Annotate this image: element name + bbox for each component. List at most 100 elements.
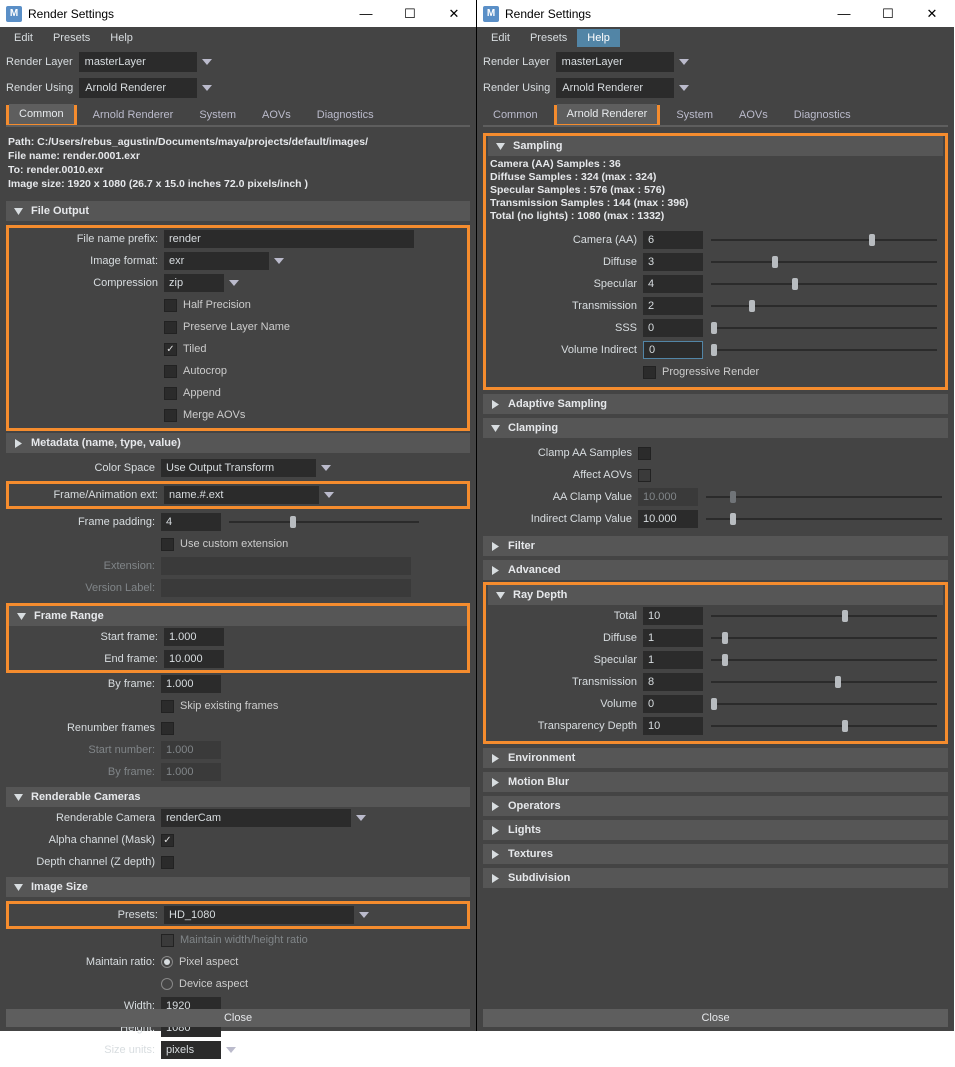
sss-samples-input[interactable]: 0 [643,319,703,337]
rd-total-slider[interactable] [711,609,937,623]
render-using-dropdown[interactable]: Arnold Renderer [556,78,674,98]
chevron-down-icon[interactable] [223,1040,239,1060]
tab-arnold-renderer[interactable]: Arnold Renderer [83,105,184,125]
section-image-size[interactable]: Image Size [6,877,470,897]
close-window-button[interactable]: ✕ [910,1,954,27]
chevron-down-icon[interactable] [321,485,337,505]
rd-volume-slider[interactable] [711,697,937,711]
tab-common[interactable]: Common [9,104,74,124]
frame-padding-input[interactable]: 4 [161,513,221,531]
menu-edit[interactable]: Edit [481,29,520,47]
transmission-samples-slider[interactable] [711,299,937,313]
render-layer-dropdown[interactable]: masterLayer [556,52,674,72]
section-metadata[interactable]: Metadata (name, type, value) [6,433,470,453]
menu-edit[interactable]: Edit [4,29,43,47]
image-size-presets-dropdown[interactable]: HD_1080 [164,906,354,924]
camera-aa-input[interactable]: 6 [643,231,703,249]
frame-padding-slider[interactable] [229,515,419,529]
camera-aa-slider[interactable] [711,233,937,247]
chevron-down-icon[interactable] [226,273,242,293]
sss-samples-slider[interactable] [711,321,937,335]
chevron-down-icon[interactable] [199,78,215,98]
append-checkbox[interactable] [164,387,177,400]
chevron-down-icon[interactable] [676,78,692,98]
end-frame-input[interactable]: 10.000 [164,650,224,668]
tab-arnold-renderer[interactable]: Arnold Renderer [557,104,658,124]
specular-samples-input[interactable]: 4 [643,275,703,293]
device-aspect-radio[interactable] [161,978,173,990]
merge-aovs-checkbox[interactable] [164,409,177,422]
section-environment[interactable]: Environment [483,748,948,768]
rd-volume-input[interactable]: 0 [643,695,703,713]
tab-diagnostics[interactable]: Diagnostics [784,105,861,125]
half-precision-checkbox[interactable] [164,299,177,312]
diffuse-samples-slider[interactable] [711,255,937,269]
chevron-down-icon[interactable] [353,808,369,828]
indirect-clamp-value-input[interactable]: 10.000 [638,510,698,528]
use-custom-extension-checkbox[interactable] [161,538,174,551]
rd-diffuse-input[interactable]: 1 [643,629,703,647]
file-name-prefix-input[interactable]: render [164,230,414,248]
pixel-aspect-radio[interactable] [161,956,173,968]
renumber-frames-checkbox[interactable] [161,722,174,735]
section-lights[interactable]: Lights [483,820,948,840]
render-using-dropdown[interactable]: Arnold Renderer [79,78,197,98]
section-operators[interactable]: Operators [483,796,948,816]
tab-system[interactable]: System [189,105,246,125]
image-format-dropdown[interactable]: exr [164,252,269,270]
maintain-wh-checkbox[interactable] [161,934,174,947]
chevron-down-icon[interactable] [356,905,372,925]
menu-presets[interactable]: Presets [43,29,100,47]
rd-transmission-input[interactable]: 8 [643,673,703,691]
color-space-dropdown[interactable]: Use Output Transform [161,459,316,477]
size-units-dropdown[interactable]: pixels [161,1041,221,1059]
rd-transparency-input[interactable]: 10 [643,717,703,735]
maximize-button[interactable]: ☐ [388,1,432,27]
section-renderable-cameras[interactable]: Renderable Cameras [6,787,470,807]
depth-channel-checkbox[interactable] [161,856,174,869]
progressive-render-checkbox[interactable] [643,366,656,379]
section-motion-blur[interactable]: Motion Blur [483,772,948,792]
section-ray-depth[interactable]: Ray Depth [488,585,943,605]
skip-existing-checkbox[interactable] [161,700,174,713]
chevron-down-icon[interactable] [199,52,215,72]
volume-indirect-slider[interactable] [711,343,937,357]
chevron-down-icon[interactable] [676,52,692,72]
menu-help[interactable]: Help [100,29,143,47]
transmission-samples-input[interactable]: 2 [643,297,703,315]
close-window-button[interactable]: ✕ [432,1,476,27]
section-textures[interactable]: Textures [483,844,948,864]
preserve-layer-name-checkbox[interactable] [164,321,177,334]
rd-total-input[interactable]: 10 [643,607,703,625]
rd-transparency-slider[interactable] [711,719,937,733]
tab-aovs[interactable]: AOVs [252,105,301,125]
section-subdivision[interactable]: Subdivision [483,868,948,888]
alpha-channel-checkbox[interactable] [161,834,174,847]
compression-dropdown[interactable]: zip [164,274,224,292]
section-clamping[interactable]: Clamping [483,418,948,438]
section-file-output[interactable]: File Output [6,201,470,221]
specular-samples-slider[interactable] [711,277,937,291]
tab-system[interactable]: System [666,105,723,125]
close-button[interactable]: Close [483,1009,948,1027]
tab-common[interactable]: Common [483,105,548,125]
tiled-checkbox[interactable] [164,343,177,356]
menu-presets[interactable]: Presets [520,29,577,47]
section-advanced[interactable]: Advanced [483,560,948,580]
rd-diffuse-slider[interactable] [711,631,937,645]
section-filter[interactable]: Filter [483,536,948,556]
minimize-button[interactable]: — [344,1,388,27]
tab-aovs[interactable]: AOVs [729,105,778,125]
volume-indirect-input[interactable]: 0 [643,341,703,359]
chevron-down-icon[interactable] [318,458,334,478]
start-frame-input[interactable]: 1.000 [164,628,224,646]
menu-help[interactable]: Help [577,29,620,47]
autocrop-checkbox[interactable] [164,365,177,378]
rd-specular-input[interactable]: 1 [643,651,703,669]
section-adaptive-sampling[interactable]: Adaptive Sampling [483,394,948,414]
maximize-button[interactable]: ☐ [866,1,910,27]
diffuse-samples-input[interactable]: 3 [643,253,703,271]
clamp-aa-samples-checkbox[interactable] [638,447,651,460]
render-layer-dropdown[interactable]: masterLayer [79,52,197,72]
rd-transmission-slider[interactable] [711,675,937,689]
